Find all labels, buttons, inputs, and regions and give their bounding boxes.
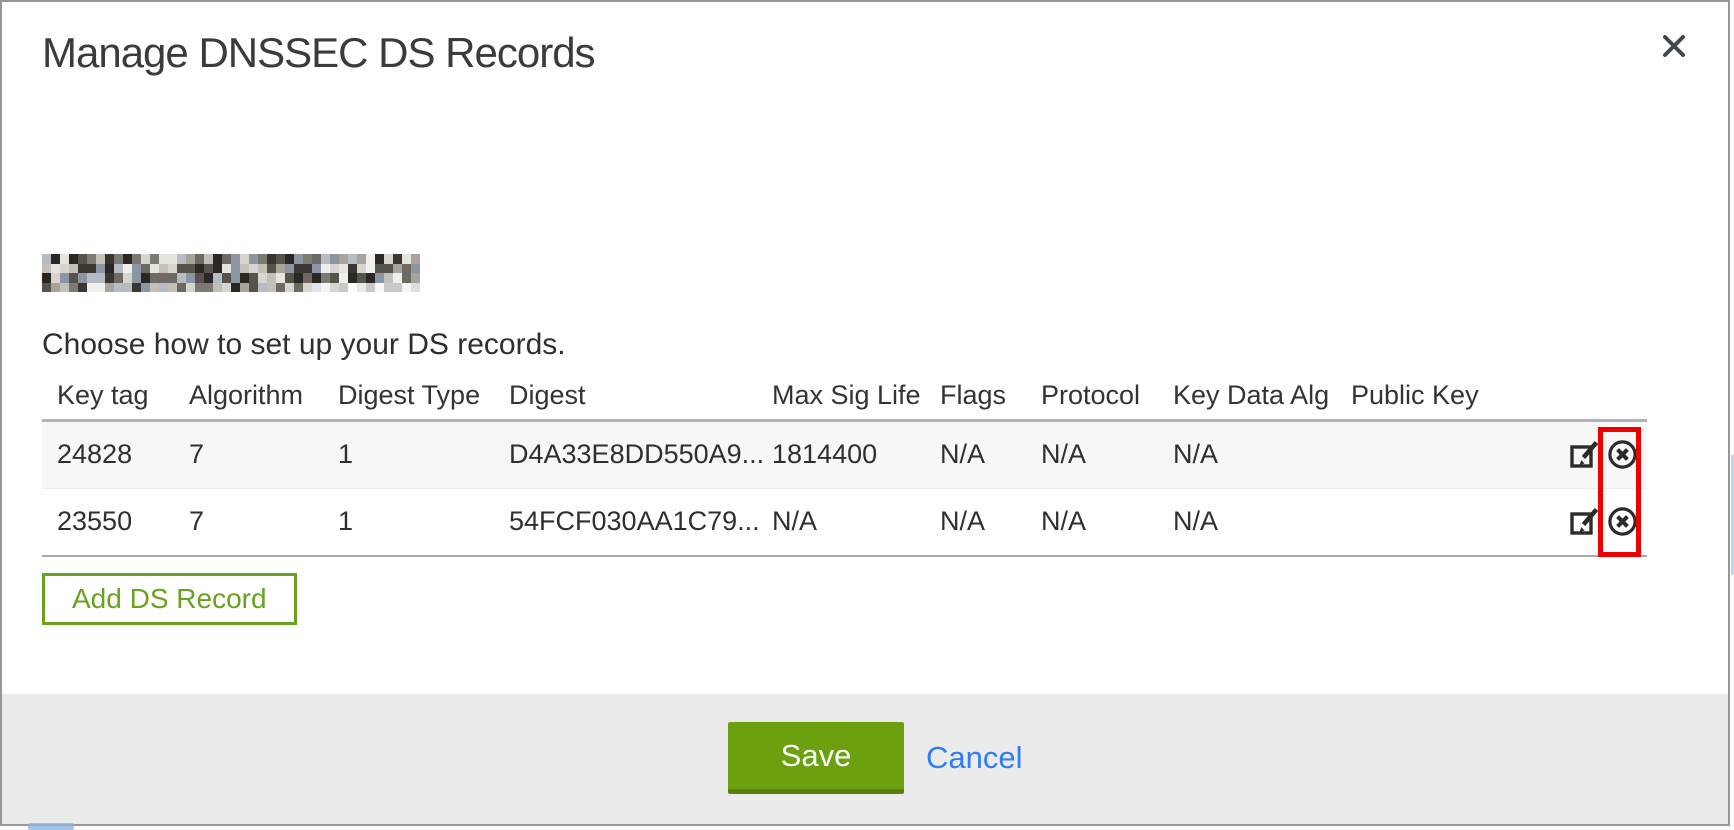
delete-record-icon[interactable] [1605, 505, 1639, 539]
cell-public-key [1351, 420, 1542, 488]
close-icon[interactable] [1656, 28, 1692, 64]
col-actions [1542, 372, 1647, 420]
add-ds-record-button[interactable]: Add DS Record [42, 573, 297, 625]
edit-record-icon[interactable] [1567, 438, 1601, 472]
col-key-tag: Key tag [42, 372, 189, 420]
table-row: 24828 7 1 D4A33E8DD550A9... 1814400 N/A … [42, 420, 1647, 488]
instructions-text: Choose how to set up your DS records. [42, 328, 566, 362]
redacted-domain-name [42, 254, 420, 292]
cell-algorithm: 7 [189, 488, 338, 556]
cell-digest-type: 1 [338, 488, 509, 556]
cell-key-tag: 23550 [42, 488, 189, 556]
col-public-key: Public Key [1351, 372, 1542, 420]
delete-record-icon[interactable] [1605, 438, 1639, 472]
manage-dnssec-dialog: Manage DNSSEC DS Records Choose how to s… [0, 0, 1730, 826]
cell-digest: 54FCF030AA1C79... [509, 488, 772, 556]
cell-key-tag: 24828 [42, 420, 189, 488]
table-row: 23550 7 1 54FCF030AA1C79... N/A N/A N/A … [42, 488, 1647, 556]
col-flags: Flags [940, 372, 1041, 420]
dialog-footer: Save Cancel [2, 694, 1728, 824]
cell-algorithm: 7 [189, 420, 338, 488]
col-protocol: Protocol [1041, 372, 1173, 420]
cell-digest: D4A33E8DD550A9... [509, 420, 772, 488]
cell-digest-type: 1 [338, 420, 509, 488]
col-key-data-alg: Key Data Alg [1173, 372, 1351, 420]
cell-flags: N/A [940, 420, 1041, 488]
cell-max-sig-life: 1814400 [772, 420, 940, 488]
col-algorithm: Algorithm [189, 372, 338, 420]
save-button[interactable]: Save [728, 722, 904, 794]
cell-key-data-alg: N/A [1173, 420, 1351, 488]
col-digest: Digest [509, 372, 772, 420]
cell-protocol: N/A [1041, 488, 1173, 556]
col-digest-type: Digest Type [338, 372, 509, 420]
cell-key-data-alg: N/A [1173, 488, 1351, 556]
cell-max-sig-life: N/A [772, 488, 940, 556]
cell-public-key [1351, 488, 1542, 556]
cell-protocol: N/A [1041, 420, 1173, 488]
close-x-glyph [1659, 31, 1689, 61]
cell-flags: N/A [940, 488, 1041, 556]
col-max-sig-life: Max Sig Life [772, 372, 940, 420]
edit-record-icon[interactable] [1567, 505, 1601, 539]
dialog-title: Manage DNSSEC DS Records [42, 29, 595, 77]
table-header-row: Key tag Algorithm Digest Type Digest Max… [42, 372, 1647, 420]
ds-records-table: Key tag Algorithm Digest Type Digest Max… [42, 372, 1647, 557]
cancel-link[interactable]: Cancel [926, 740, 1023, 776]
